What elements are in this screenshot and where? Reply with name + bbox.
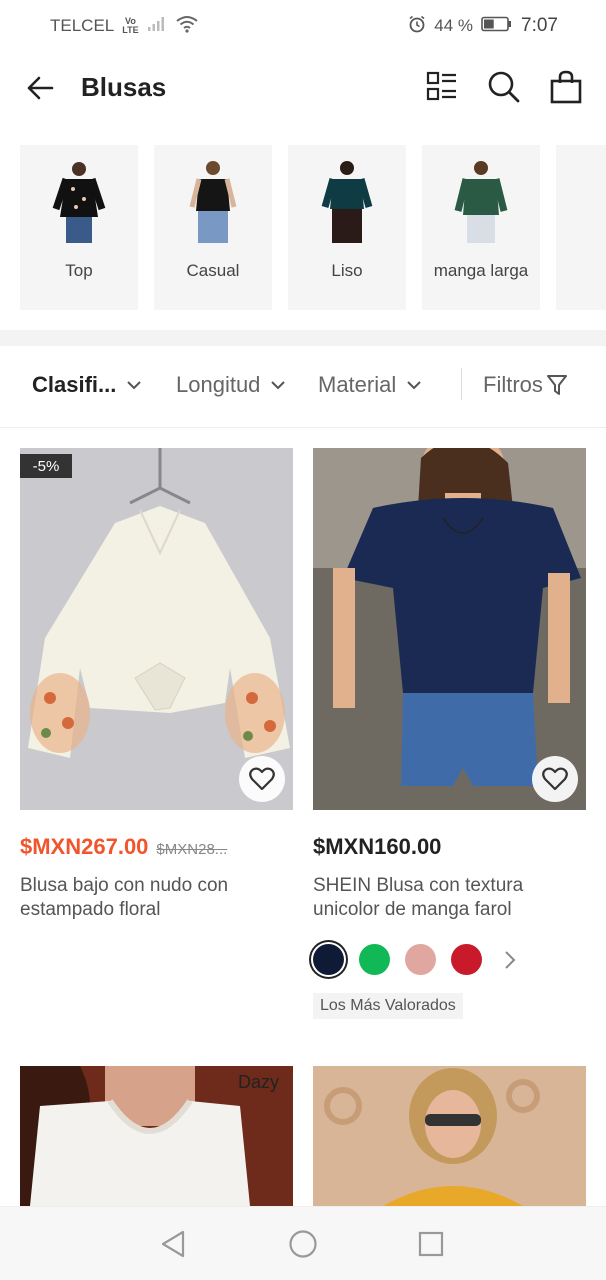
status-bar: TELCEL Vo LTE 44 % 7:07 [0,0,606,52]
funnel-icon [546,375,567,395]
category-label: Top [65,261,93,280]
grid-list-icon [426,71,456,101]
app-bar-actions [424,69,584,105]
brand-watermark: Dazy [237,1072,279,1092]
nav-recents-button[interactable] [416,1229,446,1259]
filters-button[interactable]: Filtros [483,372,567,398]
product-image[interactable] [313,448,586,810]
color-swatch-pink[interactable] [405,944,436,975]
favorite-button[interactable] [532,756,578,802]
volte-indicator: Vo LTE [122,17,138,35]
section-divider [0,330,606,346]
material-label: Material [318,372,397,397]
filter-divider [461,368,462,400]
category-label: m c [580,249,606,297]
filter-row: Clasifi... Longitud Material Filtros [0,346,606,428]
square-recents-icon [418,1231,444,1257]
back-arrow-icon [27,76,54,100]
category-strip: Top Casual Liso manga larga [20,145,606,310]
clock-time: 7:07 [521,15,558,36]
length-dropdown[interactable]: Longitud [176,372,286,398]
heart-icon [249,767,275,791]
price: $MXN160.00 [313,834,442,859]
category-thumbnail [584,159,606,247]
tshirt-illustration [313,448,586,810]
material-dropdown[interactable]: Material [318,372,422,398]
triangle-back-icon [161,1230,185,1258]
chevron-down-icon [271,381,286,390]
category-label: manga larga [433,261,529,280]
view-toggle-button[interactable] [424,69,460,105]
category-top[interactable]: Top [20,145,138,310]
product-title[interactable]: Blusa bajo con nudo con estampado floral [20,874,293,922]
blouse-illustration [28,448,290,758]
color-swatch-navy[interactable] [313,944,344,975]
category-manga-larga[interactable]: manga larga [422,145,540,310]
category-thumbnail [52,162,106,243]
nav-home-button[interactable] [288,1229,318,1259]
color-swatch-green[interactable] [359,944,390,975]
original-price: $MXN28... [156,841,228,858]
alarm-icon [408,15,426,38]
category-thumbnail [189,161,237,243]
product-card[interactable]: Dazy [20,1066,293,1206]
battery-percent: 44 % [434,16,474,35]
price-row: $MXN267.00 $MXN28... [20,834,293,860]
category-thumbnail [321,161,373,243]
product-image[interactable]: -5% [20,448,293,810]
volte-bottom: LTE [122,25,139,35]
top-app-bar: Blusas [0,52,606,128]
signal-icon [147,16,167,37]
top-rated-tag: Los Más Valorados [313,993,463,1019]
product-title[interactable]: SHEIN Blusa con textura unicolor de mang… [313,874,586,922]
carrier-label: TELCEL [50,16,115,35]
nav-back-button[interactable] [158,1229,188,1259]
sort-dropdown[interactable]: Clasifi... [32,372,142,398]
heart-icon [542,767,568,791]
product-card[interactable]: -5% $MXN267.00 $MXN28... Blusa bajo con … [20,448,293,922]
wifi-icon [175,15,199,38]
category-liso[interactable]: Liso [288,145,406,310]
product-image[interactable] [313,1066,586,1206]
product-card[interactable] [313,1066,586,1206]
favorite-button[interactable] [239,756,285,802]
search-icon [488,71,520,103]
discount-badge: -5% [20,454,72,478]
category-partial[interactable]: m c [556,145,606,310]
length-label: Longitud [176,372,261,397]
status-left: TELCEL Vo LTE [50,15,199,38]
price-row: $MXN160.00 [313,834,586,860]
search-button[interactable] [486,69,522,105]
cart-button[interactable] [548,69,584,105]
shopping-bag-icon [550,70,582,104]
category-thumbnail [454,161,508,243]
color-swatch-red[interactable] [451,944,482,975]
chevron-right-icon[interactable] [503,950,517,970]
chevron-down-icon [407,381,421,390]
back-button[interactable] [24,72,56,104]
filters-label: Filtros [483,372,543,397]
product-image[interactable]: Dazy [20,1066,293,1206]
category-label: Liso [331,261,363,280]
system-nav-bar [0,1206,606,1280]
circle-home-icon [289,1230,317,1258]
color-swatches [313,944,586,975]
status-right: 44 % 7:07 [408,15,558,38]
sale-price: $MXN267.00 [20,834,149,859]
yellow-blouse-illustration [313,1066,586,1206]
sort-label: Clasifi... [32,372,117,397]
page-title: Blusas [81,72,167,102]
chevron-down-icon [127,381,142,390]
category-casual[interactable]: Casual [154,145,272,310]
category-label: Casual [186,261,240,280]
product-card[interactable]: $MXN160.00 SHEIN Blusa con textura unico… [313,448,586,1019]
battery-icon [481,16,513,37]
